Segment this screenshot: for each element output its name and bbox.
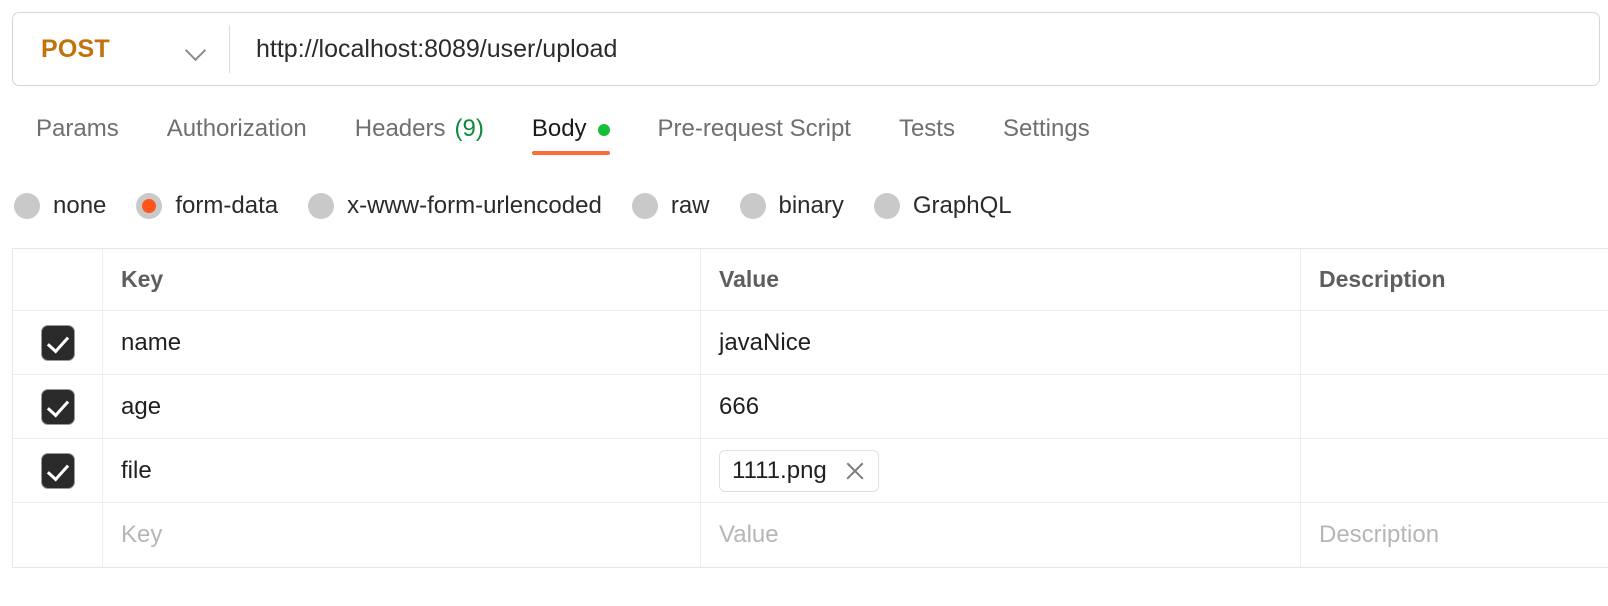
radio-label: raw: [671, 192, 710, 220]
radio-graphql[interactable]: GraphQL: [874, 192, 1012, 220]
radio-label: none: [53, 192, 106, 220]
radio-icon: [308, 193, 334, 219]
row-value-cell[interactable]: 666: [701, 375, 1301, 438]
radio-x-www-form-urlencoded[interactable]: x-www-form-urlencoded: [308, 192, 602, 220]
placeholder-checkbox-cell: [13, 503, 103, 567]
table-header-row: Key Value Description: [13, 249, 1608, 311]
tab-label: Tests: [899, 114, 955, 144]
row-checkbox-checked[interactable]: [42, 454, 74, 488]
body-type-radio-group: none form-data x-www-form-urlencoded raw…: [14, 186, 1042, 226]
close-icon[interactable]: [844, 460, 866, 482]
row-value-cell[interactable]: javaNice: [701, 311, 1301, 374]
headers-count-badge: (9): [455, 114, 484, 144]
row-checkbox-checked[interactable]: [42, 390, 74, 424]
tab-authorization[interactable]: Authorization: [143, 108, 331, 160]
row-description-cell[interactable]: [1301, 375, 1608, 438]
placeholder-value-input[interactable]: Value: [701, 503, 1301, 567]
url-bar: POST http://localhost:8089/user/upload: [12, 12, 1600, 86]
table-row: name javaNice: [13, 311, 1608, 375]
row-value-cell[interactable]: 1111.png: [701, 439, 1301, 502]
placeholder-description-input[interactable]: Description: [1301, 503, 1608, 567]
tab-headers[interactable]: Headers (9): [331, 108, 508, 160]
tab-settings[interactable]: Settings: [979, 108, 1114, 160]
row-key-cell[interactable]: file: [103, 439, 701, 502]
row-key-cell[interactable]: name: [103, 311, 701, 374]
placeholder-value-text: Value: [719, 521, 779, 549]
row-value-text: 666: [719, 393, 759, 421]
tab-label: Headers: [355, 114, 446, 144]
column-header-key: Key: [121, 266, 163, 293]
tab-label: Authorization: [167, 114, 307, 144]
row-checkbox-cell: [13, 375, 103, 438]
row-key-text: age: [121, 393, 161, 421]
header-checkbox-cell: [13, 249, 103, 310]
table-row: file 1111.png: [13, 439, 1608, 503]
request-tabs: Params Authorization Headers (9) Body Pr…: [12, 108, 1114, 164]
tab-params[interactable]: Params: [12, 108, 143, 160]
active-tab-underline: [532, 151, 610, 155]
tab-body[interactable]: Body: [508, 108, 634, 160]
placeholder-description-text: Description: [1319, 521, 1439, 549]
row-key-text: name: [121, 329, 181, 357]
url-input[interactable]: http://localhost:8089/user/upload: [230, 35, 617, 64]
row-checkbox-checked[interactable]: [42, 326, 74, 360]
header-key-cell: Key: [103, 249, 701, 310]
radio-binary[interactable]: binary: [740, 192, 844, 220]
tab-label: Body: [532, 114, 587, 144]
file-name-label: 1111.png: [732, 457, 827, 485]
radio-label: GraphQL: [913, 192, 1012, 220]
row-checkbox-cell: [13, 439, 103, 502]
body-modified-dot-icon: [598, 124, 610, 136]
placeholder-key-input[interactable]: Key: [103, 503, 701, 567]
header-value-cell: Value: [701, 249, 1301, 310]
method-label: POST: [41, 35, 110, 64]
chevron-down-icon[interactable]: [185, 38, 207, 60]
form-data-table: Key Value Description name javaNice: [12, 248, 1608, 568]
row-description-cell[interactable]: [1301, 439, 1608, 502]
radio-label: form-data: [175, 192, 278, 220]
radio-selected-icon: [136, 193, 162, 219]
header-description-cell: Description: [1301, 249, 1608, 310]
radio-icon: [632, 193, 658, 219]
file-chip[interactable]: 1111.png: [719, 450, 879, 492]
row-key-cell[interactable]: age: [103, 375, 701, 438]
table-placeholder-row: Key Value Description: [13, 503, 1608, 567]
table-row: age 666: [13, 375, 1608, 439]
row-value-text: javaNice: [719, 329, 811, 357]
tab-label: Params: [36, 114, 119, 144]
radio-raw[interactable]: raw: [632, 192, 710, 220]
radio-label: x-www-form-urlencoded: [347, 192, 602, 220]
radio-icon: [14, 193, 40, 219]
radio-label: binary: [779, 192, 844, 220]
radio-icon: [740, 193, 766, 219]
radio-none[interactable]: none: [14, 192, 106, 220]
method-selector[interactable]: POST: [13, 13, 229, 85]
radio-form-data[interactable]: form-data: [136, 192, 278, 220]
tab-pre-request-script[interactable]: Pre-request Script: [634, 108, 875, 160]
row-checkbox-cell: [13, 311, 103, 374]
column-header-description: Description: [1319, 266, 1446, 293]
radio-icon: [874, 193, 900, 219]
tab-tests[interactable]: Tests: [875, 108, 979, 160]
row-key-text: file: [121, 457, 152, 485]
column-header-value: Value: [719, 266, 779, 293]
tab-label: Pre-request Script: [658, 114, 851, 144]
tab-label: Settings: [1003, 114, 1090, 144]
request-builder-pane: POST http://localhost:8089/user/upload P…: [0, 0, 1608, 606]
row-description-cell[interactable]: [1301, 311, 1608, 374]
placeholder-key-text: Key: [121, 521, 162, 549]
